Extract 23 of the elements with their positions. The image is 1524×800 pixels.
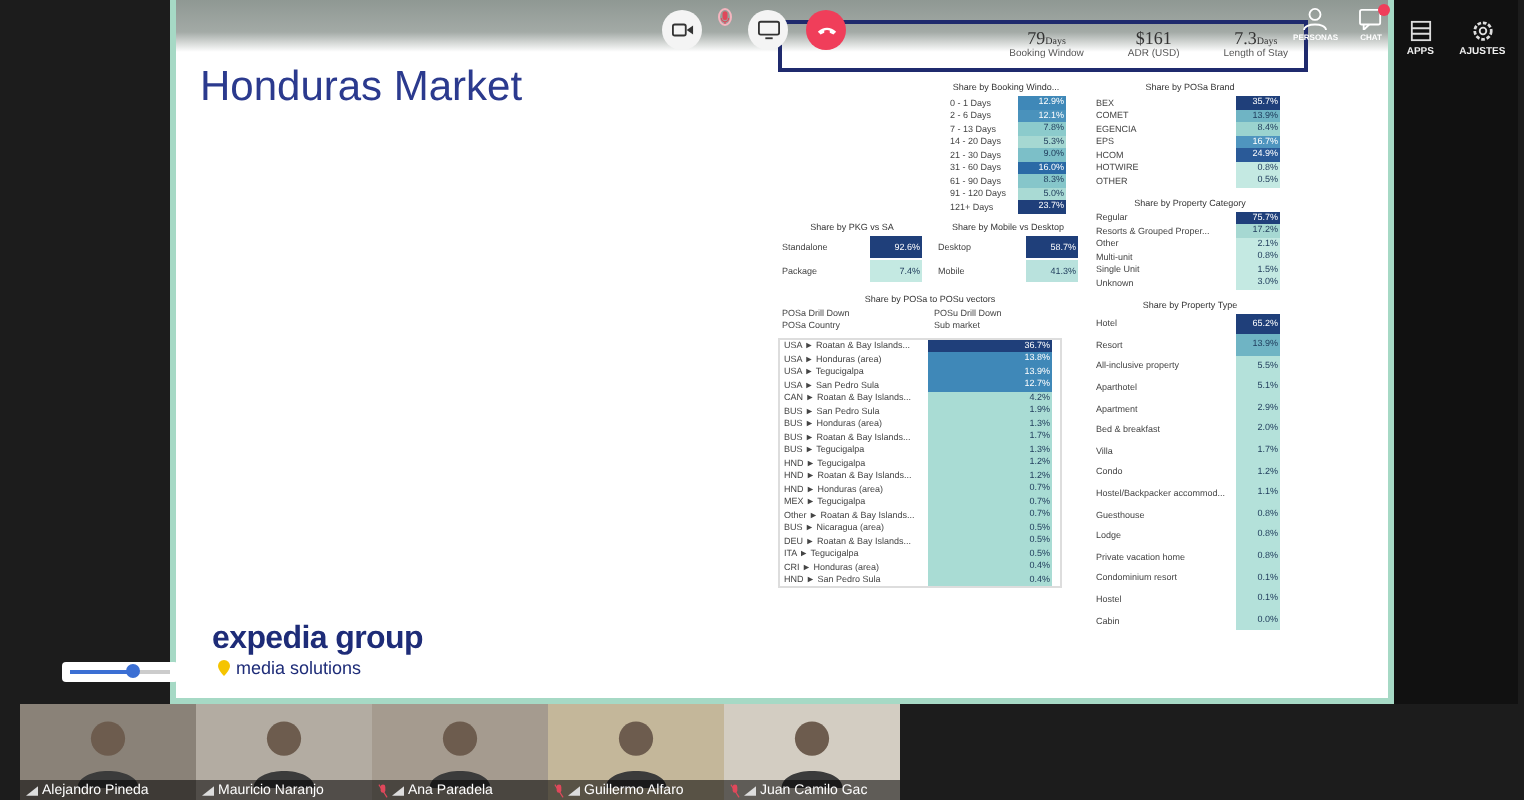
signal-icon (202, 785, 214, 795)
apps-icon (1409, 20, 1432, 42)
signal-icon (568, 785, 580, 795)
signal-icon (26, 785, 38, 795)
slider-thumb[interactable] (126, 664, 140, 678)
signal-icon (744, 785, 756, 795)
settings-icon (1471, 20, 1494, 42)
camera-button[interactable] (662, 10, 702, 50)
microphone-icon (720, 7, 730, 27)
hang-up-button[interactable] (806, 10, 846, 50)
pin-icon (218, 660, 230, 676)
camera-icon (671, 20, 693, 40)
notification-badge (1378, 4, 1390, 16)
person-icon (1302, 8, 1329, 30)
logo-text: expedia group (212, 622, 425, 658)
monitor-icon (757, 20, 779, 40)
signal-icon (392, 785, 404, 795)
logo-tagline: media solutions (236, 658, 362, 678)
screen-button[interactable] (748, 10, 788, 50)
zoom-slider[interactable] (62, 662, 178, 682)
kpi-value: $161 (1133, 28, 1174, 48)
chat-icon (1358, 8, 1384, 30)
slide-title: Honduras Market (200, 64, 525, 112)
